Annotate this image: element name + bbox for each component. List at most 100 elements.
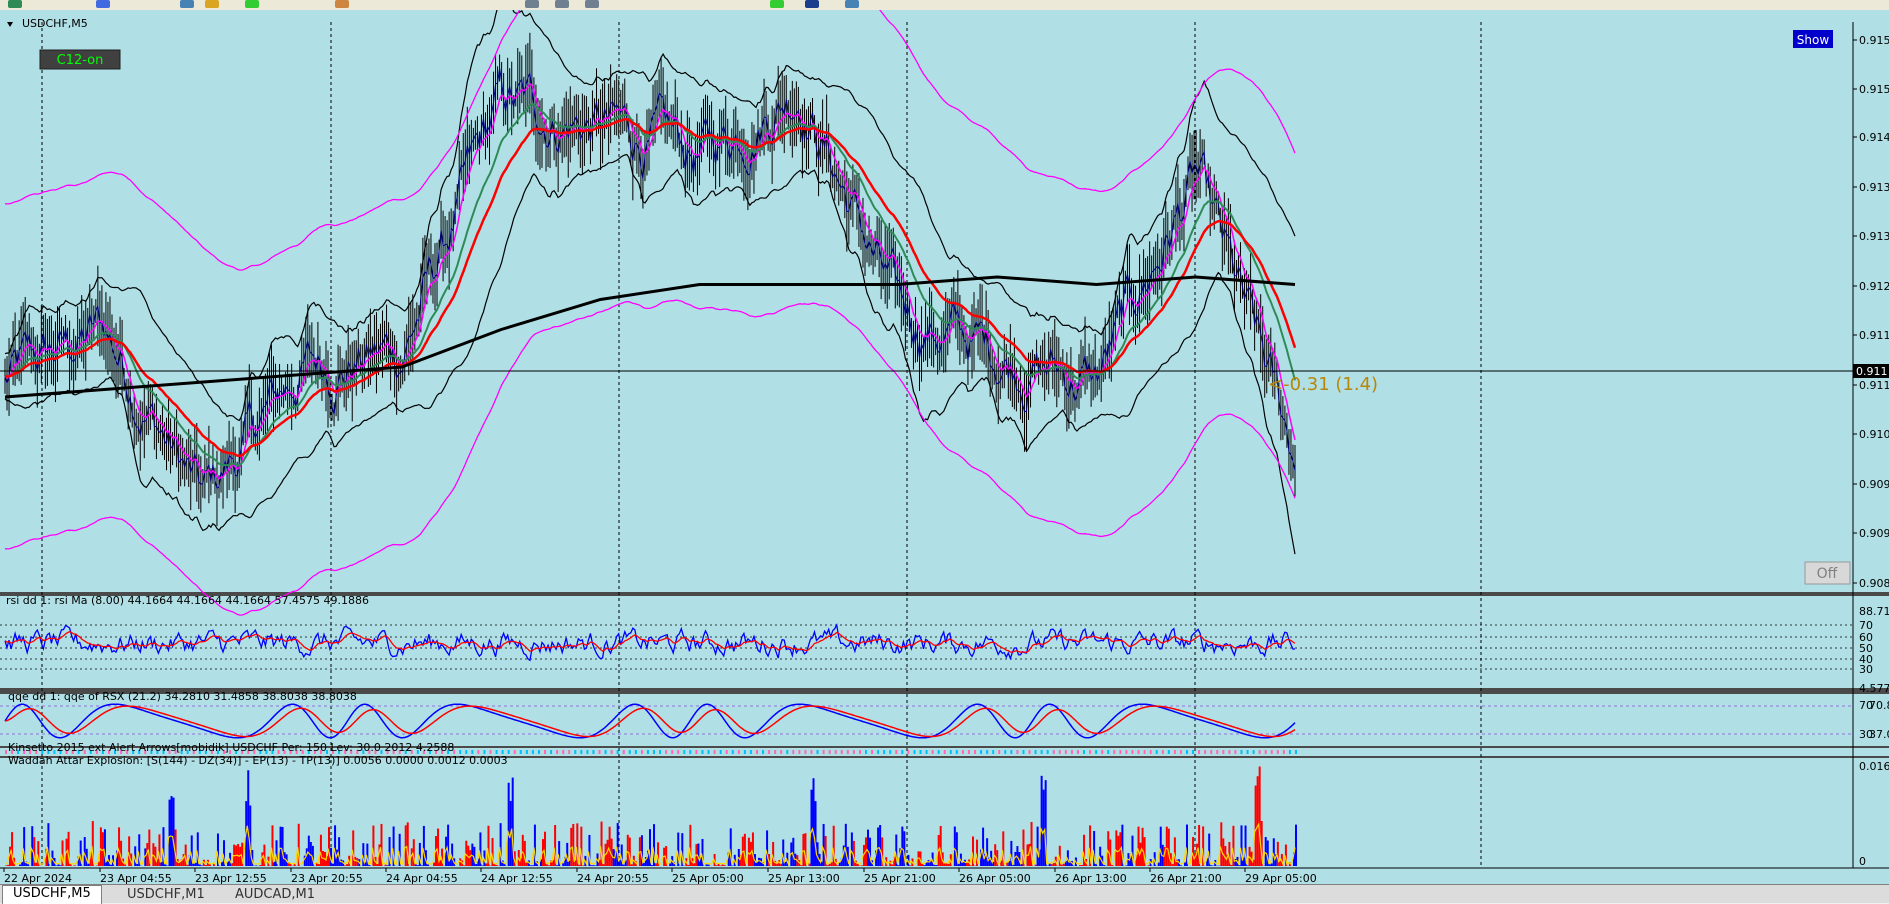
toolbar-icon[interactable]: [770, 0, 784, 8]
kinsetto-mark: [592, 750, 594, 754]
toolbar-icon[interactable]: [96, 0, 110, 8]
waddah-bar: [387, 865, 389, 866]
kinsetto-mark: [1253, 750, 1255, 754]
kinsetto-mark: [1204, 750, 1206, 754]
kinsetto-mark: [665, 750, 667, 754]
waddah-bar: [1180, 865, 1182, 866]
toolbar-icon[interactable]: [845, 0, 859, 8]
waddah-bar: [936, 865, 938, 866]
toolbar-icon[interactable]: [245, 0, 259, 8]
time-tick-label: 23 Apr 04:55: [100, 872, 172, 884]
kinsetto-mark: [1289, 750, 1291, 754]
kinsetto-mark: [992, 750, 994, 754]
waddah-bar: [1051, 864, 1053, 866]
waddah-bar: [1247, 865, 1249, 866]
waddah-bar: [631, 864, 633, 866]
kinsetto-mark: [544, 750, 546, 754]
waddah-bar: [928, 860, 930, 866]
chart-tabs: USDCHF,M5 USDCHF,M1 AUDCAD,M1: [0, 884, 1889, 903]
off-button[interactable]: Off: [1805, 562, 1850, 584]
kinsetto-mark: [944, 750, 946, 754]
kinsetto-mark: [962, 750, 964, 754]
kinsetto-mark: [859, 750, 861, 754]
toolbar-icon[interactable]: [8, 0, 22, 8]
kinsetto-mark: [1180, 750, 1182, 754]
kinsetto-mark: [1144, 750, 1146, 754]
chart-canvas[interactable]: 0.911 88.7170605040304.577 70.84703037.0…: [0, 10, 1889, 884]
waddah-bar: [1103, 865, 1105, 866]
show-button[interactable]: Show: [1793, 30, 1833, 48]
kinsetto-mark: [1004, 750, 1006, 754]
waddah-bar: [530, 865, 532, 866]
waddah-bar: [1259, 767, 1261, 866]
toolbar-icon[interactable]: [180, 0, 194, 8]
kinsetto-mark: [671, 750, 673, 754]
waddah-bar: [1257, 776, 1259, 866]
kinsetto-mark: [901, 750, 903, 754]
waddah-bar: [861, 865, 863, 866]
waddah-bar: [802, 834, 804, 866]
waddah-bar: [909, 865, 911, 866]
waddah-bar: [171, 796, 173, 866]
kinsetto-mark: [750, 750, 752, 754]
toolbar-icon[interactable]: [335, 0, 349, 8]
waddah-bar: [7, 865, 9, 866]
kinsetto-mark: [1095, 750, 1097, 754]
tab-usdchf-m1[interactable]: USDCHF,M1: [117, 887, 215, 903]
waddah-bar: [1220, 822, 1222, 866]
show-button-label: Show: [1797, 33, 1830, 47]
toolbar-icon[interactable]: [805, 0, 819, 8]
waddah-bar: [423, 826, 425, 866]
kinsetto-mark: [1277, 750, 1279, 754]
waddah-bar: [1210, 865, 1212, 866]
kinsetto-mark: [1265, 750, 1267, 754]
toolbar-icon[interactable]: [525, 0, 539, 8]
c12-button[interactable]: C12-on: [40, 50, 120, 69]
kinsetto-mark: [768, 750, 770, 754]
kinsetto-mark: [1186, 750, 1188, 754]
kinsetto-mark: [738, 750, 740, 754]
waddah-panel-title: Waddah Attar Explosion: [S(144) - DZ(34)…: [8, 754, 508, 767]
waddah-bar: [354, 857, 356, 866]
toolbar-icon[interactable]: [555, 0, 569, 8]
waddah-bar: [334, 825, 336, 866]
kinsetto-mark: [1174, 750, 1176, 754]
waddah-bar: [1271, 863, 1273, 866]
kinsetto-mark: [974, 750, 976, 754]
time-tick-label: 24 Apr 20:55: [577, 872, 649, 884]
time-tick-label: 26 Apr 21:00: [1150, 872, 1222, 884]
kinsetto-mark: [586, 750, 588, 754]
toolbar-icon[interactable]: [205, 0, 219, 8]
waddah-bar: [722, 865, 724, 866]
rsi-tick-label: 30: [1859, 663, 1873, 676]
waddah-bar: [427, 864, 429, 866]
waddah-bar: [1166, 827, 1168, 866]
kinsetto-mark: [653, 750, 655, 754]
waddah-bar: [752, 832, 754, 866]
kinsetto-mark: [1198, 750, 1200, 754]
kinsetto-mark: [1259, 750, 1261, 754]
tab-usdchf-m5[interactable]: USDCHF,M5: [2, 885, 102, 904]
kinsetto-mark: [508, 750, 510, 754]
rsi-tick-label: 4.577: [1859, 682, 1889, 695]
waddah-bar: [475, 864, 477, 866]
symbol-title: USDCHF,M5: [22, 17, 88, 30]
kinsetto-mark: [980, 750, 982, 754]
waddah-tick-label: 0.016: [1859, 760, 1889, 773]
chart-window[interactable]: 0.911 88.7170605040304.577 70.84703037.0…: [0, 10, 1889, 884]
kinsetto-mark: [1077, 750, 1079, 754]
toolbar-icon[interactable]: [585, 0, 599, 8]
waddah-bar: [344, 865, 346, 866]
waddah-bar: [1111, 865, 1113, 866]
waddah-bar: [259, 865, 261, 866]
waddah-bar: [851, 832, 853, 866]
waddah-bar: [1160, 827, 1162, 866]
kinsetto-mark: [883, 750, 885, 754]
waddah-bar: [815, 801, 817, 866]
kinsetto-mark: [841, 750, 843, 754]
waddah-bar: [35, 863, 37, 866]
waddah-bar: [100, 827, 102, 866]
waddah-bar: [776, 864, 778, 866]
tab-audcad-m1[interactable]: AUDCAD,M1: [225, 887, 325, 903]
waddah-bar: [582, 865, 584, 866]
